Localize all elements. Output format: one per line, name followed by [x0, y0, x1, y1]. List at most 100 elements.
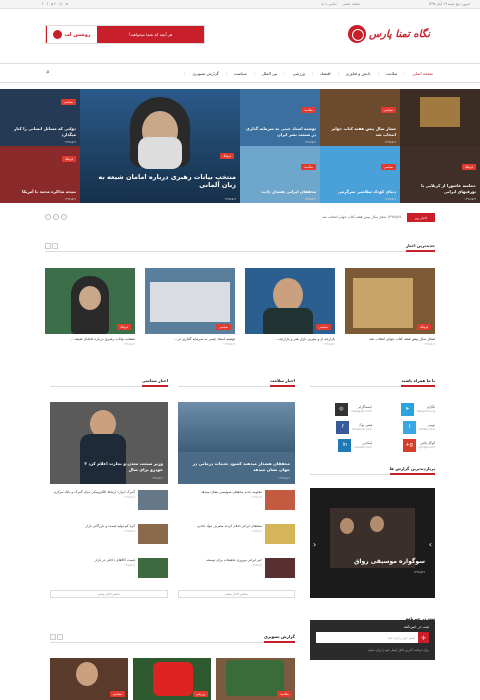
- health-more-button[interactable]: نمایش اخبار بیشتر: [178, 590, 295, 598]
- photo-item[interactable]: ورزشی: [133, 658, 211, 700]
- featured-tile[interactable]: سلامت محققان ایرانی هشدار دادند ۱۳۹۸/۸/۹: [240, 146, 320, 203]
- nav-item-tech[interactable]: دانش و فناوری: [337, 70, 378, 76]
- facebook-icon[interactable]: f: [47, 2, 48, 6]
- tile-tag[interactable]: سلامت: [301, 107, 316, 113]
- politics-item[interactable]: قیمت کالاهای داخلی در بازار ۱۳۹۸/۸/۹: [50, 558, 168, 578]
- featured-tile[interactable]: سیاسی شعار سال پیش هفته کتاب جوایز انتخا…: [320, 89, 400, 146]
- chevron-right-icon[interactable]: ›: [45, 243, 51, 249]
- nav-item-sports[interactable]: ورزشی: [284, 70, 311, 76]
- photo-tag[interactable]: ورزشی: [192, 691, 208, 697]
- health-item[interactable]: خبر ایرانی پیروزی تحقیقات برای توسعه ۱۳۹۸…: [178, 558, 295, 578]
- social-instagram[interactable]: اینستاگرام instagram.com ◎: [312, 402, 372, 416]
- slide-prev-icon[interactable]: ‹: [313, 540, 316, 549]
- photo-tag[interactable]: سیاسی: [109, 691, 125, 697]
- social-googleplus[interactable]: گوگل پلاس google.com g+: [375, 438, 435, 452]
- telegram-icon[interactable]: ➤: [65, 2, 68, 6]
- chevron-left-icon[interactable]: ‹: [52, 243, 58, 249]
- site-logo[interactable]: نگاه تمنا پارس: [320, 23, 430, 45]
- item-tag[interactable]: سیاسی: [315, 324, 331, 330]
- item-tag[interactable]: فرهنگ: [416, 324, 431, 330]
- tile-title[interactable]: شعار سال پیش هفته کتاب جوایز انتخاب شد: [324, 126, 396, 137]
- politics-lead-title[interactable]: وزیر صنعت معدن و تجارت اعلام کرد ۲ خودرو…: [83, 461, 163, 472]
- google-plus-icon[interactable]: g+: [51, 2, 56, 6]
- chevron-left-icon[interactable]: ‹: [57, 634, 63, 640]
- health-lead[interactable]: محققان هشدار میدهند کمبود خدمات درمانی د…: [178, 402, 295, 484]
- google-plus-icon: g+: [402, 438, 416, 452]
- tile-tag[interactable]: سیاسی: [380, 107, 396, 113]
- nav-item-health[interactable]: سلامت: [377, 70, 405, 76]
- slide-caption[interactable]: سوگواره موسیقی رواق: [354, 558, 425, 565]
- tile-tag[interactable]: سیاسی: [60, 99, 76, 105]
- tile-title[interactable]: دولتی که مسائل انسانی را کنار میگذارد: [4, 126, 76, 137]
- item-tag[interactable]: فرهنگ: [116, 324, 131, 330]
- ticker-prev-icon[interactable]: ‹: [61, 214, 67, 220]
- latest-item[interactable]: سیاسی بازارچه از و بیترین بازار هنر و با…: [245, 268, 335, 346]
- topbar: امروز: پنج شنبه ۱۹ آبان ۱۳۹۸ 𝕥 f g+ ◎ ➤ …: [0, 0, 480, 9]
- popular-slider[interactable]: سوگواره موسیقی رواق ۱۳۹۸/۸/۹ ‹ ›: [310, 488, 435, 598]
- politics-item[interactable]: کره کم تولید قیمت و بازرگانی بازار ۱۳۹۸/۸…: [50, 524, 168, 544]
- tile-title[interactable]: نتیجه مذاکره محمد با آمریکا: [4, 189, 76, 195]
- health-item[interactable]: مقاومه جدید محققان سوئیسی نشان میدهد ۱۳۹۸…: [178, 490, 295, 510]
- social-telegram[interactable]: تلگرام telegram.org ➤: [375, 402, 435, 416]
- search-icon[interactable]: ⌕: [46, 68, 50, 77]
- tile-tag[interactable]: سلامت: [301, 164, 316, 170]
- twitter-icon[interactable]: 𝕥: [42, 2, 44, 6]
- newsletter-box: ثبت در خبرنامه + ایمیل خود را وارد کنید …: [310, 620, 435, 660]
- tile-title[interactable]: حماسه عاشورا از کربلایی با تورفیهای ایرا…: [404, 183, 476, 194]
- latest-item[interactable]: سیاسی توصیه استاد چینی به سرمایه گذاری د…: [145, 268, 235, 346]
- photo-tag[interactable]: سلامت: [277, 691, 292, 697]
- social-linkedin[interactable]: لینکدین linkedin.com in: [312, 438, 372, 452]
- featured-tile[interactable]: فرهنگ نتیجه مذاکره محمد با آمریکا ۱۳۹۸/۸…: [0, 146, 80, 203]
- nav-item-economy[interactable]: اقتصاد: [311, 70, 338, 76]
- social-twitter[interactable]: توییتر twitter.com t: [375, 420, 435, 434]
- nav-item-home[interactable]: صفحه اصلی: [404, 70, 440, 76]
- nav-item-international[interactable]: بین الملل: [253, 70, 285, 76]
- politics-more-button[interactable]: نمایش اخبار بیشتر: [50, 590, 168, 598]
- photo-item[interactable]: سلامت: [216, 658, 295, 700]
- twitter-icon: t: [403, 420, 417, 434]
- item-date: ۱۳۹۸/۸/۹: [323, 342, 335, 346]
- featured-tile[interactable]: سیاسی دنیای کودک سلامتی سرگرمی ۱۳۹۸/۸/۹: [320, 146, 400, 203]
- ad-banner[interactable]: هر آنچه که شما میخواهید! روشین لب: [45, 25, 205, 44]
- tile-title[interactable]: منتخب بیانات رهبری درباره امامان شیعه به…: [92, 173, 236, 189]
- banner-brand: روشین لب: [47, 26, 97, 43]
- featured-tile[interactable]: سلامت توصیه استاد چینی به سرمایه گذاری د…: [240, 89, 320, 146]
- item-date: ۱۳۹۸/۸/۹: [251, 495, 262, 499]
- social-facebook[interactable]: فیس بوک facebook.com f: [312, 420, 372, 434]
- rss-icon[interactable]: ◎: [59, 2, 62, 6]
- newsletter-email-input[interactable]: ایمیل خود را وارد کنید: [316, 636, 418, 640]
- topbar-link-home[interactable]: صفحه اصلی: [343, 2, 360, 6]
- item-date: ۱۳۹۸/۸/۹: [124, 529, 135, 533]
- health-item[interactable]: محققان ایرانی اعلام کردند مصرف مواد غذای…: [178, 524, 295, 544]
- tile-date: ۱۳۹۸/۸/۹: [304, 140, 316, 144]
- ticker-next-icon[interactable]: ›: [45, 214, 51, 220]
- featured-tile-main[interactable]: فرهنگ منتخب بیانات رهبری درباره امامان ش…: [80, 89, 240, 203]
- tile-tag[interactable]: فرهنگ: [61, 156, 76, 162]
- tile-tag[interactable]: فرهنگ: [219, 153, 234, 159]
- health-title: اخبار سلامت: [270, 378, 295, 387]
- nav-item-politics[interactable]: سیاست: [225, 70, 254, 76]
- photo-item[interactable]: سیاسی: [50, 658, 128, 700]
- topbar-link-contact[interactable]: تماس با ما: [321, 2, 336, 6]
- ticker-text[interactable]: ۱۳۹۸/۸/۹ شعار سال پیش هفته کتاب جوایز ان…: [322, 215, 401, 219]
- slide-next-icon[interactable]: ›: [429, 540, 432, 549]
- nav-item-photo[interactable]: گزارش تصویری: [184, 70, 225, 76]
- tile-title[interactable]: دنیای کودک سلامتی سرگرمی: [324, 189, 396, 195]
- politics-lead[interactable]: وزیر صنعت معدن و تجارت اعلام کرد ۲ خودرو…: [50, 402, 168, 484]
- ticker-pause-icon[interactable]: ıı: [53, 214, 59, 220]
- instagram-icon: ◎: [334, 402, 348, 416]
- latest-item[interactable]: فرهنگ منتخب بیانات رهبری درباره امامان ش…: [45, 268, 135, 346]
- featured-tile[interactable]: فرهنگ حماسه عاشورا از کربلایی با تورفیها…: [400, 146, 480, 203]
- chevron-right-icon[interactable]: ›: [50, 634, 56, 640]
- tile-tag[interactable]: فرهنگ: [461, 164, 476, 170]
- featured-tile[interactable]: سیاسی دولتی که مسائل انسانی را کنار میگذ…: [0, 89, 80, 146]
- latest-item[interactable]: فرهنگ شعار سال پیش هفته کتاب جوایز انتخا…: [345, 268, 435, 346]
- health-lead-title[interactable]: محققان هشدار میدهند کمبود خدمات درمانی د…: [190, 461, 290, 472]
- politics-item[interactable]: گمرک ایران: ارتباط الکترونیکی میان گمرک …: [50, 490, 168, 510]
- tile-title[interactable]: توصیه استاد چینی به سرمایه گذاری در صنعت…: [244, 126, 316, 137]
- add-icon[interactable]: +: [418, 632, 429, 643]
- item-tag[interactable]: سیاسی: [215, 324, 231, 330]
- featured-tile[interactable]: [400, 89, 480, 146]
- tile-title[interactable]: محققان ایرانی هشدار دادند: [244, 189, 316, 195]
- tile-tag[interactable]: سیاسی: [380, 164, 396, 170]
